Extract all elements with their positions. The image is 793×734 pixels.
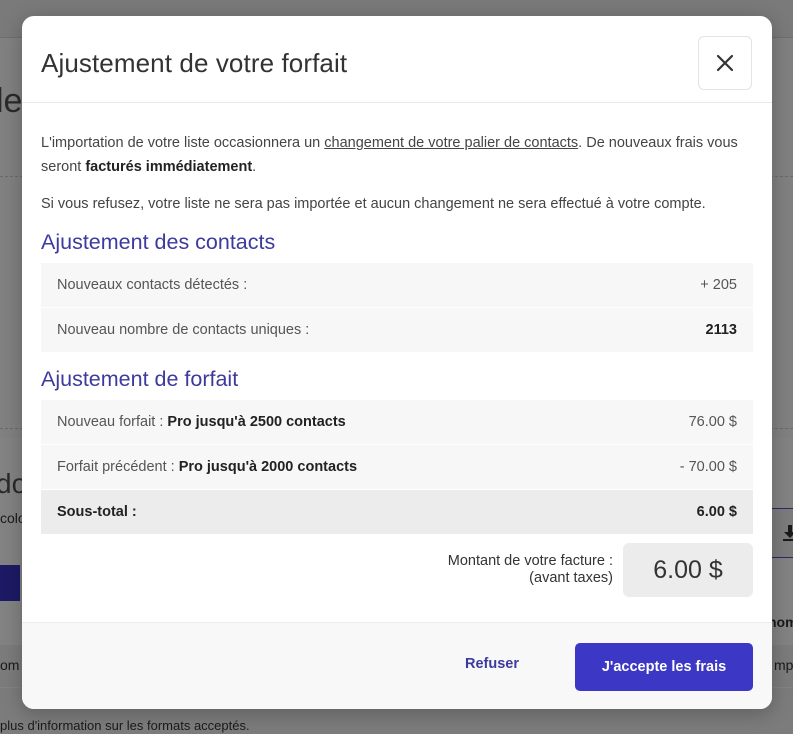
- row-value: - 70.00 $: [679, 459, 737, 475]
- background-button: [0, 565, 20, 601]
- invoice-amount: 6.00 $: [623, 543, 753, 597]
- table-row: Nouveau nombre de contacts uniques : 211…: [41, 308, 753, 353]
- contacts-section-title: Ajustement des contacts: [41, 230, 276, 254]
- accept-fees-button[interactable]: J'accepte les frais: [575, 643, 753, 691]
- background-download-button: [770, 508, 793, 558]
- intro-bold-text: facturés immédiatement: [85, 159, 253, 175]
- table-row: Nouveaux contacts détectés : + 205: [41, 263, 753, 308]
- subtotal-value: 6.00 $: [696, 504, 737, 520]
- modal-body: L'importation de votre liste occasionner…: [41, 103, 753, 597]
- previous-plan-name: Pro jusqu'à 2000 contacts: [178, 459, 358, 475]
- plan-adjustment-modal: Ajustement de votre forfait L'importatio…: [22, 16, 772, 709]
- background-row-text-fragment: om: [0, 657, 20, 673]
- invoice-label: Montant de votre facture : (avant taxes): [448, 553, 613, 587]
- row-label: Nouveau forfait : Pro jusqu'à 2500 conta…: [57, 414, 346, 430]
- background-heading-fragment: le: [0, 82, 23, 120]
- download-icon: [783, 525, 793, 541]
- refusal-note: Si vous refusez, votre liste ne sera pas…: [41, 196, 706, 212]
- modal-header: Ajustement de votre forfait: [22, 16, 772, 103]
- intro-text: L'importation de votre liste occasionner…: [41, 135, 325, 151]
- intro-text-end: .: [252, 159, 257, 175]
- refuse-button[interactable]: Refuser: [465, 656, 519, 672]
- row-label: Nouveau nombre de contacts uniques :: [57, 322, 310, 338]
- row-label: Nouveaux contacts détectés :: [57, 277, 248, 293]
- background-footer-text: plus d'information sur les formats accep…: [0, 718, 250, 733]
- contacts-table: Nouveaux contacts détectés : + 205 Nouve…: [41, 263, 753, 353]
- modal-footer: Refuser J'accepte les frais: [22, 622, 772, 709]
- table-row-new-plan: Nouveau forfait : Pro jusqu'à 2500 conta…: [41, 400, 753, 445]
- plan-section-title: Ajustement de forfait: [41, 367, 239, 391]
- close-icon: [716, 54, 734, 72]
- close-button[interactable]: [698, 36, 752, 90]
- invoice-label-line1: Montant de votre facture :: [447, 553, 613, 569]
- intro-paragraph: L'importation de votre liste occasionner…: [41, 131, 753, 179]
- subtotal-label: Sous-total :: [57, 504, 137, 520]
- row-value: + 205: [700, 277, 737, 293]
- modal-title: Ajustement de votre forfait: [41, 48, 348, 78]
- table-row-previous-plan: Forfait précédent : Pro jusqu'à 2000 con…: [41, 445, 753, 490]
- row-label: Forfait précédent : Pro jusqu'à 2000 con…: [57, 459, 357, 475]
- new-plan-name: Pro jusqu'à 2500 contacts: [167, 414, 346, 430]
- background-row-text-fragment-right: mp: [774, 657, 793, 673]
- new-plan-label: Nouveau forfait :: [57, 414, 168, 430]
- invoice-label-line2: (avant taxes): [529, 570, 613, 586]
- row-value: 76.00 $: [688, 414, 737, 430]
- previous-plan-label: Forfait précédent :: [57, 459, 179, 475]
- table-row-subtotal: Sous-total : 6.00 $: [41, 490, 753, 535]
- row-value: 2113: [705, 322, 737, 338]
- contact-tier-link[interactable]: changement de votre palier de contacts: [324, 135, 578, 151]
- plan-table: Nouveau forfait : Pro jusqu'à 2500 conta…: [41, 400, 753, 535]
- invoice-summary: Montant de votre facture : (avant taxes)…: [41, 543, 753, 597]
